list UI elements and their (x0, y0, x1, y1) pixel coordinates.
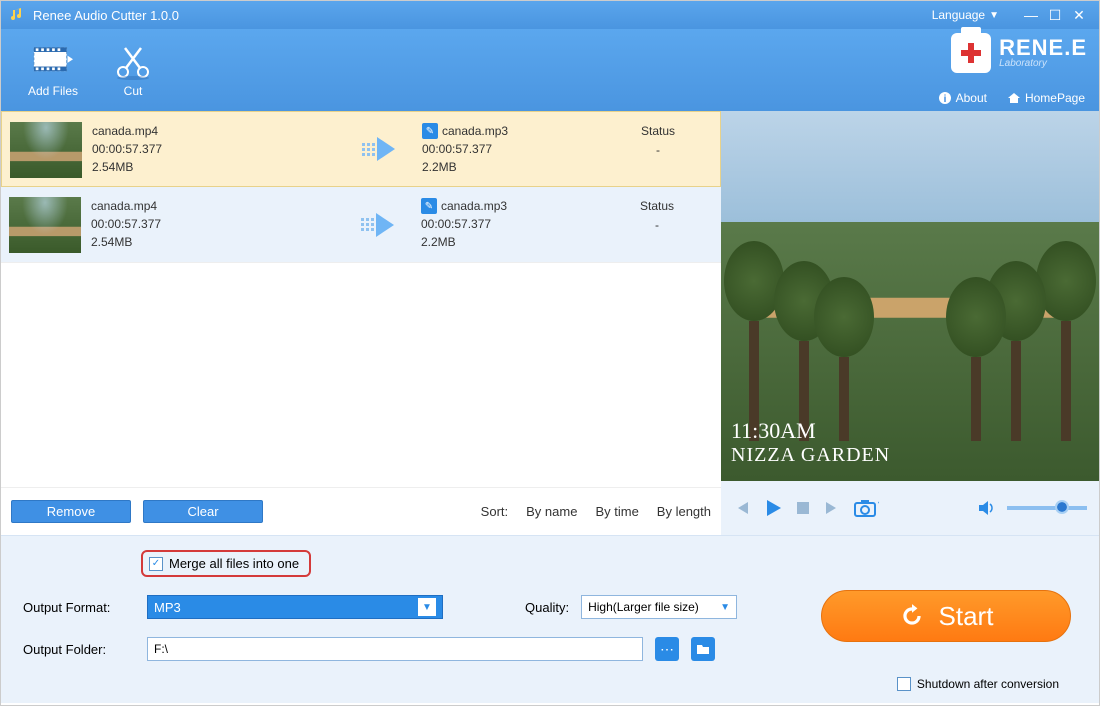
output-duration: 00:00:57.377 (422, 140, 608, 158)
file-row[interactable]: canada.mp4 00:00:57.377 2.54MB ✎ canada.… (1, 187, 721, 263)
sort-by-length[interactable]: By length (657, 504, 711, 519)
file-thumbnail (9, 197, 81, 253)
status-header: Status (608, 122, 708, 141)
source-filename: canada.mp4 (92, 122, 338, 140)
play-icon[interactable] (763, 498, 783, 518)
medkit-icon (951, 33, 991, 73)
filmstrip-add-icon (33, 42, 73, 82)
toolbar-label: Cut (124, 84, 143, 98)
output-duration: 00:00:57.377 (421, 215, 607, 233)
checkbox-icon: ✓ (897, 677, 911, 691)
start-button[interactable]: Start (821, 590, 1071, 642)
settings-panel: ✓ Merge all files into one Output Format… (1, 535, 1099, 703)
source-duration: 00:00:57.377 (91, 215, 337, 233)
title-bar: Renee Audio Cutter 1.0.0 Language ▼ — ☐ … (1, 1, 1099, 29)
app-icon (9, 7, 25, 23)
brand-logo: RENE.E Laboratory (951, 33, 1087, 73)
sort-by-name[interactable]: By name (526, 504, 577, 519)
file-thumbnail (10, 122, 82, 178)
output-filename: canada.mp3 (442, 122, 508, 140)
source-duration: 00:00:57.377 (92, 140, 338, 158)
snapshot-icon[interactable]: ▾ (853, 498, 879, 518)
close-button[interactable]: ✕ (1067, 7, 1091, 24)
output-format-select[interactable]: MP3 ▼ (147, 595, 443, 619)
edit-icon[interactable]: ✎ (421, 198, 437, 214)
preview-controls: ▾ (721, 481, 1099, 535)
toolbar-label: Add Files (28, 84, 78, 98)
quality-select[interactable]: High(Larger file size) ▼ (581, 595, 737, 619)
output-size: 2.2MB (421, 233, 607, 251)
chevron-down-icon: ▼ (720, 602, 730, 613)
output-format-label: Output Format: (23, 600, 135, 615)
homepage-link[interactable]: HomePage (1007, 91, 1085, 105)
info-icon: i (938, 91, 952, 105)
brand-tagline: Laboratory (999, 59, 1087, 69)
folder-icon (696, 643, 710, 655)
status-value: - (608, 141, 708, 160)
edit-icon[interactable]: ✎ (422, 123, 438, 139)
app-title: Renee Audio Cutter 1.0.0 (33, 8, 932, 23)
volume-slider[interactable] (1007, 506, 1087, 510)
chevron-down-icon: ▼ (418, 598, 436, 616)
minimize-button[interactable]: — (1019, 7, 1043, 23)
brand-name: RENE.E (999, 37, 1087, 59)
arrow-icon (338, 112, 418, 186)
language-menu[interactable]: Language (932, 8, 985, 22)
source-size: 2.54MB (92, 158, 338, 176)
toolbar: Add Files Cut RENE.E Laboratory i About … (1, 29, 1099, 111)
chevron-down-icon[interactable]: ▼ (989, 10, 999, 21)
next-track-icon[interactable] (823, 499, 841, 517)
stop-icon[interactable] (795, 500, 811, 516)
scissors-icon (113, 42, 153, 82)
about-link[interactable]: i About (938, 91, 987, 105)
maximize-button[interactable]: ☐ (1043, 7, 1067, 24)
remove-button[interactable]: Remove (11, 500, 131, 523)
svg-text:i: i (943, 94, 946, 105)
browse-folder-button[interactable] (691, 637, 715, 661)
sort-label: Sort: (481, 504, 508, 519)
cut-button[interactable]: Cut (93, 42, 173, 98)
source-size: 2.54MB (91, 233, 337, 251)
quality-label: Quality: (525, 600, 569, 615)
more-options-button[interactable]: ⋯ (655, 637, 679, 661)
add-files-button[interactable]: Add Files (13, 42, 93, 98)
preview-overlay-time: 11:30AM (731, 418, 890, 444)
output-size: 2.2MB (422, 158, 608, 176)
checkbox-icon: ✓ (149, 557, 163, 571)
output-folder-label: Output Folder: (23, 642, 135, 657)
output-folder-input[interactable]: F:\ (147, 637, 643, 661)
svg-text:▾: ▾ (878, 499, 879, 508)
preview-video[interactable]: 11:30AM NIZZA GARDEN (721, 111, 1099, 481)
merge-checkbox[interactable]: ✓ Merge all files into one (141, 550, 311, 577)
clear-button[interactable]: Clear (143, 500, 263, 523)
arrow-icon (337, 187, 417, 262)
file-list: canada.mp4 00:00:57.377 2.54MB ✎ canada.… (1, 111, 721, 535)
merge-label: Merge all files into one (169, 556, 299, 571)
sort-by-time[interactable]: By time (595, 504, 638, 519)
prev-track-icon[interactable] (733, 499, 751, 517)
list-toolbar: Remove Clear Sort: By name By time By le… (1, 487, 721, 535)
volume-icon[interactable] (977, 499, 995, 517)
status-header: Status (607, 197, 707, 216)
refresh-icon (899, 603, 925, 629)
home-icon (1007, 91, 1021, 105)
file-row[interactable]: canada.mp4 00:00:57.377 2.54MB ✎ canada.… (1, 111, 721, 187)
source-filename: canada.mp4 (91, 197, 337, 215)
preview-overlay-place: NIZZA GARDEN (731, 444, 890, 467)
shutdown-checkbox[interactable]: ✓ Shutdown after conversion (897, 677, 1059, 691)
status-value: - (607, 216, 707, 235)
output-filename: canada.mp3 (441, 197, 507, 215)
preview-panel: 11:30AM NIZZA GARDEN ▾ (721, 111, 1099, 535)
